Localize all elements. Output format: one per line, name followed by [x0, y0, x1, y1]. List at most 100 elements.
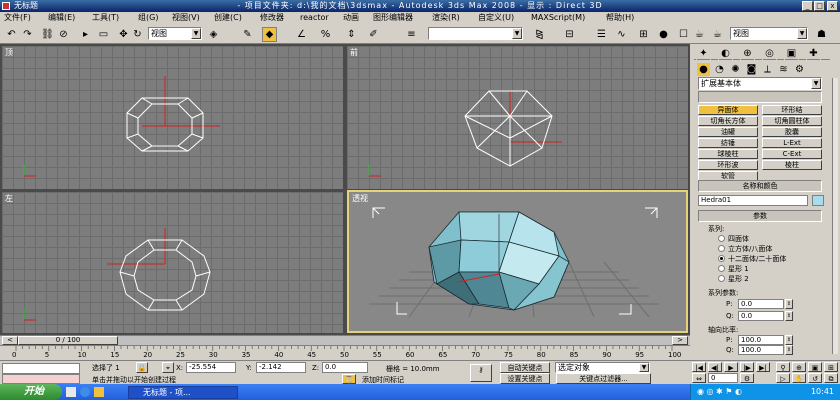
viewport-top[interactable]: 顶: [2, 46, 343, 189]
menu-help[interactable]: 帮助(H): [606, 12, 634, 24]
menu-rendering[interactable]: 渲染(R): [432, 12, 460, 24]
display-tab-icon[interactable]: ▣: [784, 46, 799, 61]
next-frame-icon[interactable]: >: [672, 336, 688, 345]
minimize-button[interactable]: _: [802, 1, 813, 11]
menu-maxscript[interactable]: MAXScript(M): [531, 12, 585, 24]
maximize-viewport-icon[interactable]: ⧉: [824, 373, 838, 383]
start-button[interactable]: 开始: [0, 384, 62, 400]
family-radio[interactable]: [718, 255, 725, 262]
menu-create[interactable]: 创建(C): [214, 12, 242, 24]
ie-icon[interactable]: [80, 387, 90, 397]
prev-key-icon[interactable]: ◀|: [708, 362, 722, 372]
menu-graph-editors[interactable]: 图形编辑器: [373, 12, 413, 24]
spinner-arrows-icon[interactable]: ⇕: [785, 335, 793, 345]
render-last-icon[interactable]: ☕: [710, 27, 725, 42]
object-type-button[interactable]: 纺锤: [698, 138, 758, 148]
spacewarps-icon[interactable]: ≋: [776, 62, 791, 77]
key-filters-button[interactable]: 关键点过滤器...: [556, 373, 651, 384]
time-slider-thumb[interactable]: 0 / 100: [18, 336, 118, 345]
key-selection-dropdown[interactable]: 选定对象 ▼: [555, 362, 650, 373]
zoom-extents-all-icon[interactable]: ⊞: [824, 362, 838, 372]
geometry-icon[interactable]: ●: [696, 62, 711, 77]
current-frame-field[interactable]: 0: [708, 373, 738, 383]
key-icon[interactable]: ⚷: [470, 364, 492, 382]
time-config-icon[interactable]: ⚙: [740, 373, 754, 383]
create-tab-icon[interactable]: ✦: [696, 46, 711, 61]
quick-render-icon[interactable]: ☕: [692, 27, 707, 42]
object-type-button[interactable]: 胶囊: [762, 127, 822, 137]
key-mode-icon[interactable]: ⇔: [692, 373, 706, 383]
time-tag-icon[interactable]: ⌛: [342, 374, 356, 384]
menu-customize[interactable]: 自定义(U): [478, 12, 514, 24]
menu-edit[interactable]: 编辑(E): [48, 12, 75, 24]
fov-icon[interactable]: ▷: [776, 373, 790, 383]
y-coordinate-field[interactable]: -2.142: [256, 362, 306, 373]
mirror-icon[interactable]: ⧎: [532, 27, 547, 42]
menu-tools[interactable]: 工具(T): [92, 12, 119, 24]
prev-frame-icon[interactable]: <: [2, 336, 18, 345]
material-editor-icon[interactable]: ●: [656, 27, 671, 42]
hierarchy-tab-icon[interactable]: ⊕: [740, 46, 755, 61]
axis-p-spinner[interactable]: 100.0: [738, 335, 784, 345]
named-selection-icon[interactable]: ≡: [404, 27, 419, 42]
play-icon[interactable]: ▶: [724, 362, 738, 372]
named-selection-dropdown[interactable]: ▼: [428, 27, 523, 40]
systems-icon[interactable]: ⚙: [792, 62, 807, 77]
folder-icon[interactable]: [94, 387, 104, 397]
pivot-icon[interactable]: ◈: [206, 27, 221, 42]
menu-views[interactable]: 视图(V): [172, 12, 200, 24]
params-header[interactable]: 参数: [698, 210, 822, 222]
go-to-end-icon[interactable]: ▶|: [756, 362, 770, 372]
next-key-icon[interactable]: |▶: [740, 362, 754, 372]
track-bar[interactable]: 0 5 10 15 20 25 30 35 40 45 50 55 60 65 70 75 80 85 90 95 10…: [0, 345, 690, 360]
absolute-mode-icon[interactable]: ⌖: [162, 362, 174, 373]
object-type-button[interactable]: 油罐: [698, 127, 758, 137]
select-region-icon[interactable]: ▭: [96, 27, 111, 42]
lock-icon[interactable]: 🔒: [136, 362, 148, 373]
unlink-icon[interactable]: ⊘: [56, 27, 71, 42]
object-type-button[interactable]: L-Ext: [762, 138, 822, 148]
redo-icon[interactable]: ↷: [20, 27, 35, 42]
family-radio[interactable]: [718, 265, 725, 272]
object-type-button[interactable]: 棱柱: [762, 160, 822, 170]
orbit-icon[interactable]: ↺: [808, 373, 822, 383]
menu-reactor[interactable]: reactor: [300, 12, 329, 24]
object-type-button[interactable]: 球棱柱: [698, 149, 758, 159]
snap-3d-icon[interactable]: ◆: [262, 27, 277, 42]
quick-launch-icon[interactable]: [66, 387, 76, 397]
spinner-snap-icon[interactable]: ⇕: [344, 27, 359, 42]
z-coordinate-field[interactable]: 0.0: [322, 362, 368, 373]
manipulate-icon[interactable]: ✎: [240, 27, 255, 42]
select-link-icon[interactable]: ⛓: [40, 27, 55, 42]
edit-named-selection-icon[interactable]: ✐: [366, 27, 381, 42]
pan-icon[interactable]: ✋: [792, 373, 806, 383]
zoom-extents-icon[interactable]: ▣: [808, 362, 822, 372]
align-icon[interactable]: ⊟: [562, 27, 577, 42]
object-type-header[interactable]: [698, 91, 822, 103]
lights-icon[interactable]: ✺: [728, 62, 743, 77]
p-spinner[interactable]: 0.0: [738, 299, 784, 309]
curve-editor-icon[interactable]: ∿: [614, 27, 629, 42]
percent-snap-icon[interactable]: %: [318, 27, 333, 42]
family-radio[interactable]: [718, 235, 725, 242]
schematic-view-icon[interactable]: ⊞: [636, 27, 651, 42]
utilities-tab-icon[interactable]: ✚: [806, 46, 821, 61]
viewport-left[interactable]: 左: [2, 192, 343, 333]
menu-file[interactable]: 文件(F): [4, 12, 31, 24]
menu-animation[interactable]: 动画: [343, 12, 359, 24]
command-panel-scrollbar[interactable]: [832, 78, 838, 354]
shapes-icon[interactable]: ◔: [712, 62, 727, 77]
object-type-button[interactable]: 切角圆柱体: [762, 116, 822, 126]
menu-group[interactable]: 组(G): [138, 12, 158, 24]
object-type-button[interactable]: 异面体: [698, 105, 758, 115]
axis-q-spinner[interactable]: 100.0: [738, 345, 784, 355]
maxscript-listener[interactable]: [2, 363, 80, 374]
ref-coord-dropdown[interactable]: 视图 ▼: [148, 27, 202, 40]
viewport-front[interactable]: 前: [347, 46, 688, 189]
object-type-button[interactable]: 环形波: [698, 160, 758, 170]
object-name-input[interactable]: Hedra01: [698, 195, 808, 206]
taskbar-window-button[interactable]: 无标题 - 项...: [128, 386, 238, 399]
x-coordinate-field[interactable]: -25.554: [186, 362, 236, 373]
modify-tab-icon[interactable]: ◐: [718, 46, 733, 61]
object-type-button[interactable]: 环形结: [762, 105, 822, 115]
